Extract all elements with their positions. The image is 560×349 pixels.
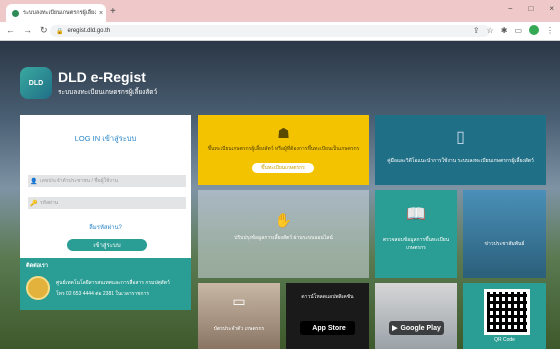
login-panel: LOG IN เข้าสู่ระบบ 👤 เลขประจำตัวประชาชน … [20, 115, 191, 258]
google-play-badge[interactable]: ▶ Google Play [389, 321, 444, 335]
tile-news[interactable]: ข่าวประชาสัมพันธ์ [463, 190, 546, 278]
maximize-button[interactable]: □ [528, 4, 533, 13]
browser-tab[interactable]: ระบบลงทะเบียนเกษตรกรผู้เลี้ยงสัตว์ × [6, 4, 106, 22]
id-card-icon: ▭ [232, 293, 246, 309]
extensions-icon[interactable]: ✱ [501, 26, 508, 35]
tile-card-text: บัตรประจำตัว เกษตรกร [213, 326, 265, 332]
url-text: eregist.dld.go.th [67, 28, 111, 34]
brand-subtitle: ระบบลงทะเบียนเกษตรกรผู้เลี้ยงสัตว์ [58, 89, 158, 96]
browser-toolbar: ← → ↻ 🔒 eregist.dld.go.th ⇪ ☆ ✱ ▭ ⋮ [0, 22, 560, 41]
tile-qr-text: QR Code [494, 337, 515, 343]
menu-icon[interactable]: ⋮ [546, 26, 554, 35]
qr-code-image [484, 289, 530, 335]
forgot-password-link[interactable]: ลืมรหัสผ่าน? [20, 222, 191, 232]
password-placeholder: รหัสผ่าน [40, 200, 59, 206]
phone-icon: ▯ [456, 129, 465, 146]
username-placeholder: เลขประจำตัวประชาชน / ชื่อผู้ใช้งาน [40, 178, 119, 184]
minimize-button[interactable]: − [508, 4, 513, 13]
login-title: LOG IN เข้าสู่ระบบ [74, 134, 137, 143]
browser-tab-strip: ระบบลงทะเบียนเกษตรกรผู้เลี้ยงสัตว์ × + −… [0, 0, 560, 22]
play-icon: ▶ [392, 325, 398, 332]
contact-panel: ติดต่อเรา ศูนย์เทคโนโลยีสารสนเทศและการสื… [20, 258, 191, 310]
lock-icon: 🔒 [56, 28, 64, 35]
tile-check-text: ตรวจสอบข้อมูลการขึ้นทะเบียน เกษตรกร [382, 237, 450, 251]
hand-icon: ✋ [274, 212, 293, 228]
tile-manual[interactable]: ▯ คู่มือและวิดีโอแนะนำการใช้งาน ระบบลงทะ… [375, 115, 546, 185]
brand-title: DLD e-Regist [58, 69, 146, 85]
close-tab-icon[interactable]: × [96, 10, 106, 17]
contact-heading: ติดต่อเรา [26, 263, 48, 269]
contact-org: ศูนย์เทคโนโลยีสารสนเทศและการสื่อสาร กรมป… [56, 279, 170, 286]
tile-check[interactable]: 📖 ตรวจสอบข้อมูลการขึ้นทะเบียน เกษตรกร [375, 190, 457, 278]
sidebar-icon[interactable]: ▭ [514, 26, 522, 35]
person-icon: ☗ [277, 125, 290, 141]
tile-qr[interactable]: QR Code [463, 283, 546, 349]
password-input[interactable]: 🔑 รหัสผ่าน [28, 197, 186, 209]
tile-card[interactable]: ▭ บัตรประจำตัว เกษตรกร [198, 283, 280, 349]
tile-register-text: ขึ้นทะเบียนเกษตรกรผู้เลี้ยงสัตว์ หรือผู้… [207, 146, 360, 152]
address-bar[interactable]: 🔒 eregist.dld.go.th [50, 25, 490, 37]
emblem-icon [26, 276, 50, 300]
contact-phone: โทร 02 653 4444 ต่อ 2381 ในเวลาราชการ [56, 290, 150, 297]
login-button[interactable]: เข้าสู่ระบบ [67, 239, 147, 251]
tile-googleplay[interactable]: ▶ Google Play [375, 283, 457, 349]
tile-register[interactable]: ☗ ขึ้นทะเบียนเกษตรกรผู้เลี้ยงสัตว์ หรือผ… [198, 115, 369, 185]
tile-appstore-text: ดาวน์โหลดแอปพลิเคชัน [301, 294, 354, 300]
reload-icon[interactable]: ↻ [40, 25, 48, 36]
tile-update-text: ปรับปรุงข้อมูลการเลี้ยงสัตว์ ผ่านระบบออน… [234, 235, 333, 241]
page-background: DLD DLD e-Regist ระบบลงทะเบียนเกษตรกรผู้… [0, 41, 560, 349]
user-icon: 👤 [30, 178, 38, 185]
back-icon[interactable]: ← [6, 25, 15, 36]
username-input[interactable]: 👤 เลขประจำตัวประชาชน / ชื่อผู้ใช้งาน [28, 175, 186, 187]
share-icon[interactable]: ⇪ [473, 26, 480, 35]
tab-title: ระบบลงทะเบียนเกษตรกรผู้เลี้ยงสัตว์ [23, 10, 96, 16]
window-controls: − □ × [508, 4, 554, 13]
profile-avatar[interactable] [529, 25, 539, 35]
key-icon: 🔑 [30, 200, 38, 207]
star-icon[interactable]: ☆ [487, 26, 494, 35]
new-tab-button[interactable]: + [110, 6, 116, 17]
tile-appstore[interactable]: ดาวน์โหลดแอปพลิเคชัน App Store [286, 283, 369, 349]
app-store-badge[interactable]: App Store [300, 321, 355, 335]
book-icon: 📖 [406, 206, 426, 223]
favicon-icon [12, 9, 19, 17]
tile-update[interactable]: ✋ ปรับปรุงข้อมูลการเลี้ยงสัตว์ ผ่านระบบอ… [198, 190, 369, 278]
dld-logo: DLD [20, 67, 52, 99]
tile-manual-text: คู่มือและวิดีโอแนะนำการใช้งาน ระบบลงทะเบ… [387, 158, 534, 164]
brand-header: DLD DLD e-Regist ระบบลงทะเบียนเกษตรกรผู้… [20, 67, 157, 99]
close-window-button[interactable]: × [549, 4, 554, 13]
register-button[interactable]: ขึ้นทะเบียนเกษตรกร [252, 163, 314, 173]
forward-icon[interactable]: → [23, 25, 32, 36]
tile-news-text: ข่าวประชาสัมพันธ์ [484, 241, 525, 247]
